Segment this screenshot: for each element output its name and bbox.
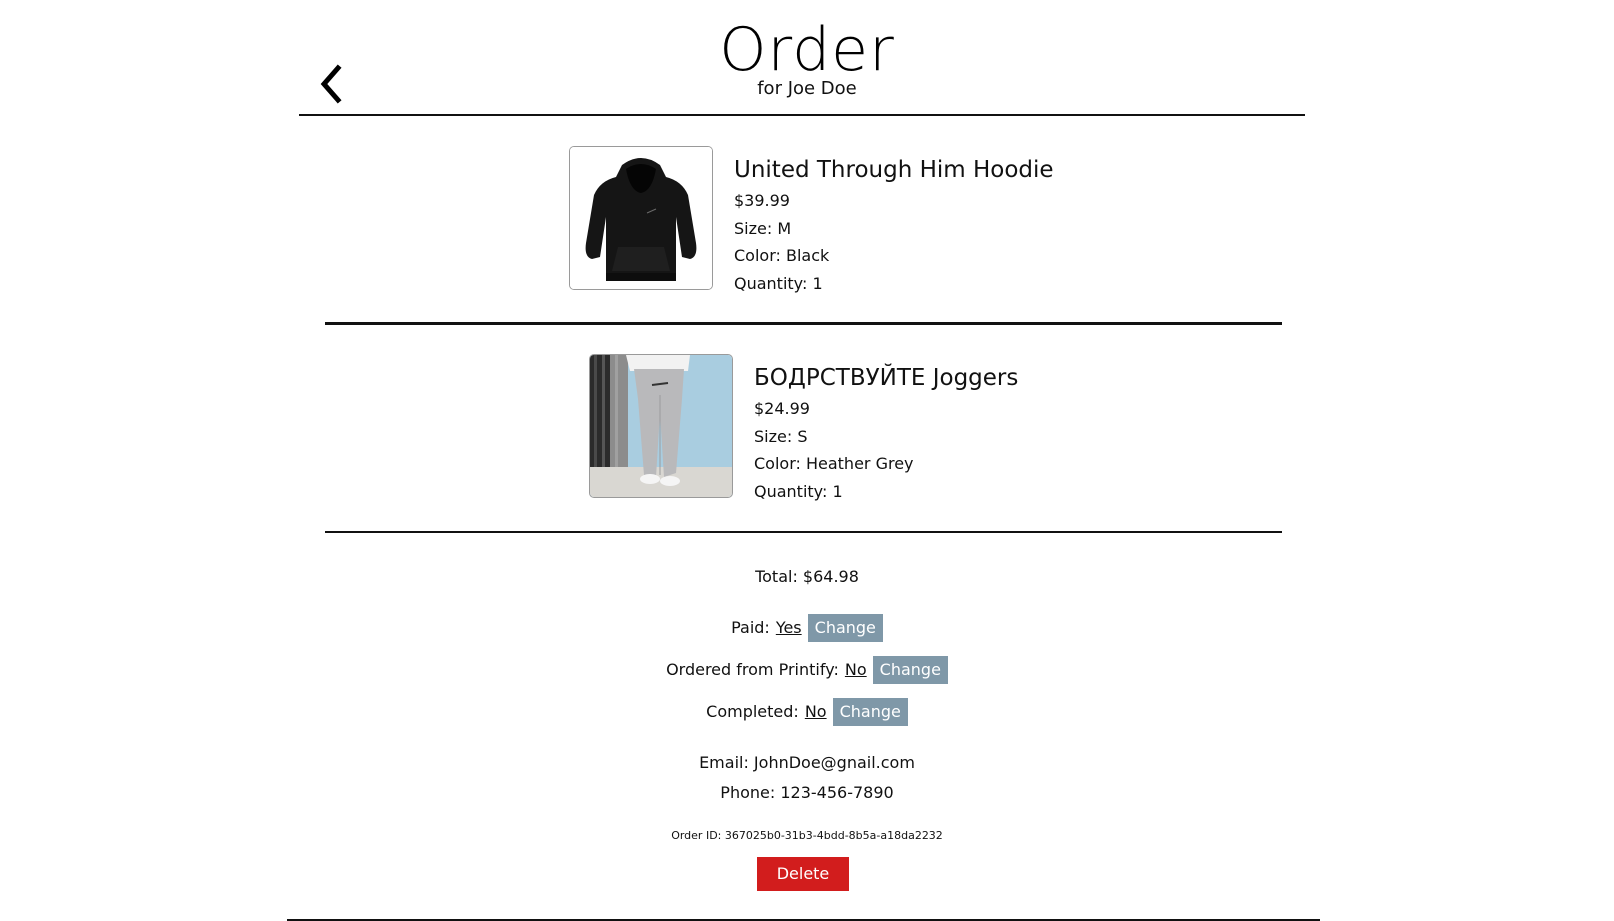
joggers-image (590, 355, 732, 497)
change-completed-button[interactable]: Change (832, 698, 908, 726)
status-completed: Completed: No Change (0, 698, 1614, 726)
status-paid: Paid: Yes Change (0, 614, 1614, 642)
status-label: Ordered from Printify: (666, 660, 839, 679)
hoodie-image (570, 147, 712, 289)
change-paid-button[interactable]: Change (807, 614, 883, 642)
item-quantity: Quantity: 1 (754, 481, 843, 501)
order-total: Total: $64.98 (755, 567, 859, 586)
status-value[interactable]: Yes (776, 618, 802, 637)
item-color: Color: Heather Grey (754, 454, 914, 473)
page-title: Order (719, 15, 895, 85)
item-size: Size: S (754, 426, 808, 446)
item-details: БОДРСТВУЙТЕ Joggers $24.99 Size: S Color… (754, 354, 1018, 505)
header-divider (299, 114, 1305, 116)
item-divider (325, 531, 1282, 533)
item-divider (325, 322, 1282, 325)
status-label: Completed: (706, 702, 799, 721)
change-printify-button[interactable]: Change (872, 656, 948, 684)
status-printify: Ordered from Printify: No Change (0, 656, 1614, 684)
status-value[interactable]: No (845, 660, 867, 679)
order-item: United Through Him Hoodie $39.99 Size: M… (569, 146, 1054, 297)
product-image-joggers[interactable] (589, 354, 733, 498)
order-page: Order for Joe Doe United Through Him Hoo… (0, 0, 1614, 921)
customer-subtitle: for Joe Doe (757, 78, 857, 99)
item-name: БОДРСТВУЙТЕ Joggers (754, 365, 1019, 391)
item-details: United Through Him Hoodie $39.99 Size: M… (734, 146, 1054, 297)
customer-phone: Phone: 123-456-7890 (720, 783, 894, 802)
item-quantity: Quantity: 1 (734, 273, 823, 293)
item-size: Size: M (734, 218, 792, 238)
order-id: Order ID: 367025b0-31b3-4bdd-8b5a-a18da2… (671, 829, 943, 842)
customer-email: Email: JohnDoe@gnail.com (699, 753, 915, 772)
item-color: Color: Black (734, 246, 830, 265)
order-item: БОДРСТВУЙТЕ Joggers $24.99 Size: S Color… (589, 354, 1018, 505)
status-label: Paid: (731, 618, 770, 637)
status-value[interactable]: No (805, 702, 827, 721)
product-image-hoodie[interactable] (569, 146, 713, 290)
item-price: $39.99 (734, 191, 790, 210)
item-price: $24.99 (754, 399, 810, 418)
delete-button[interactable]: Delete (757, 857, 849, 891)
item-name: United Through Him Hoodie (734, 157, 1054, 183)
